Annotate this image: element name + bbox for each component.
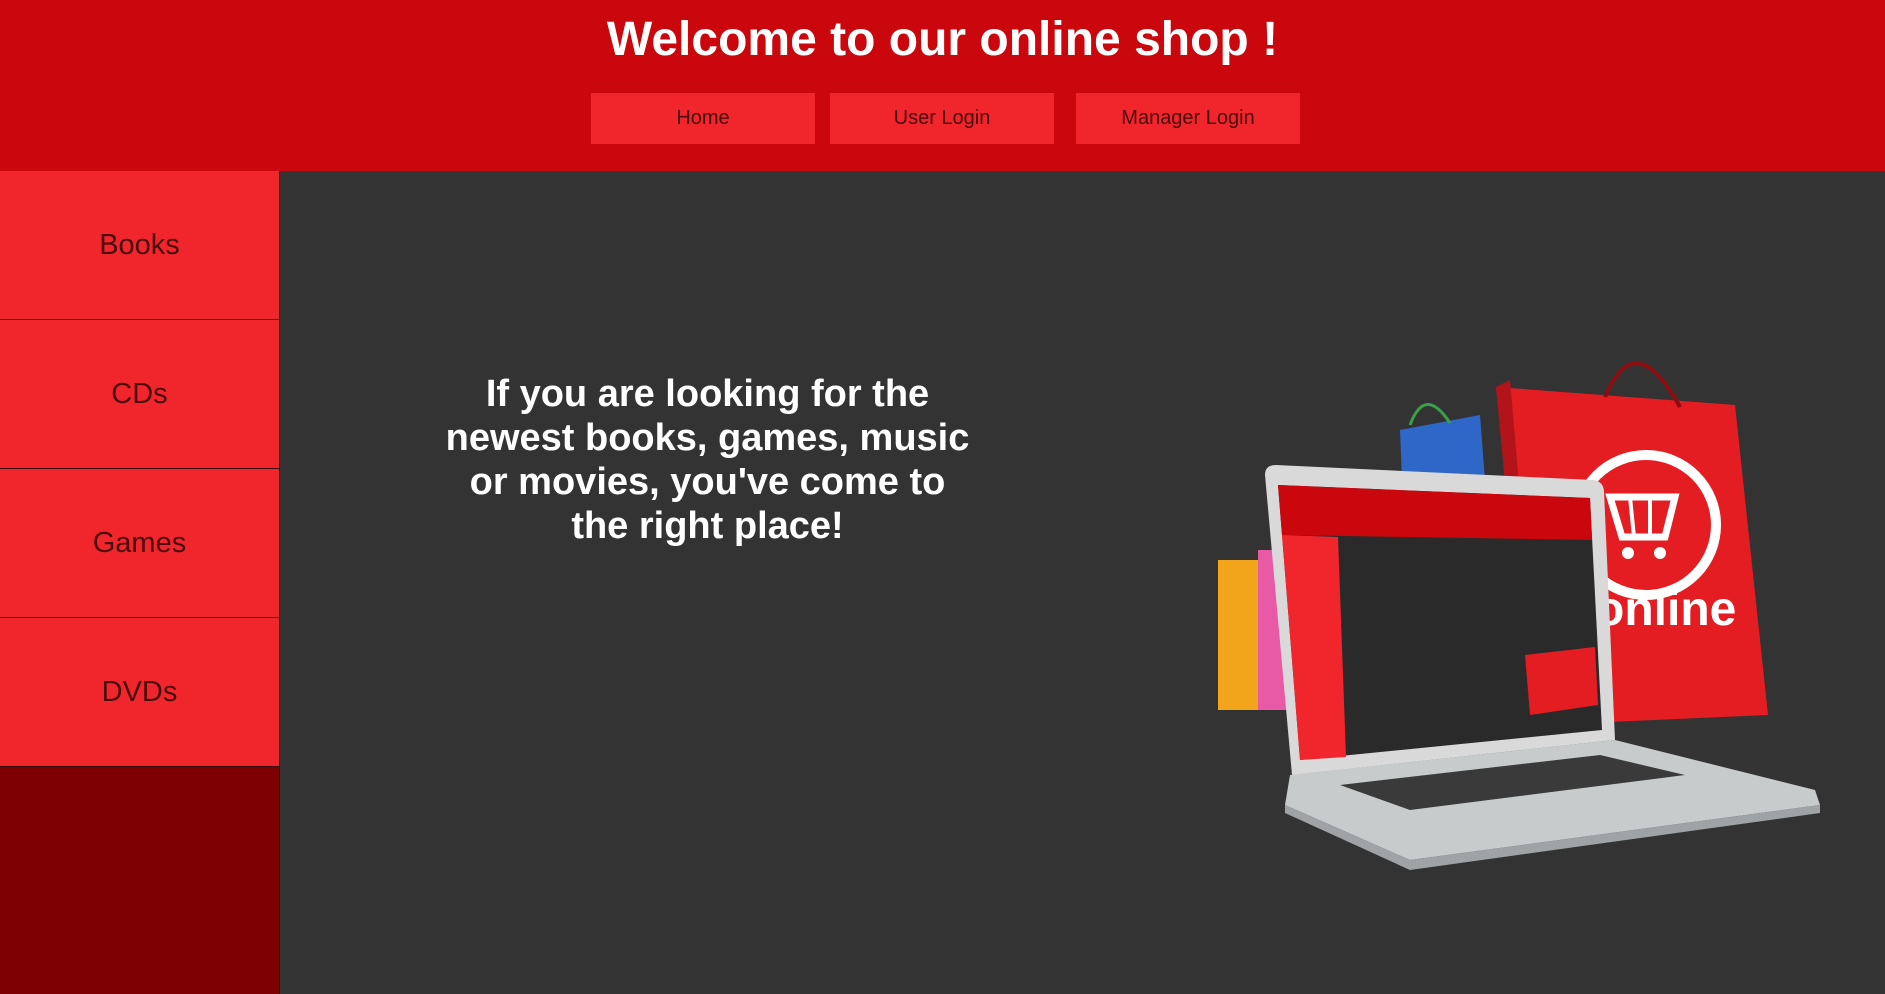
user-login-button[interactable]: User Login [830, 93, 1054, 144]
page-title: Welcome to our online shop ! [606, 13, 1279, 66]
hero-bag-text: online [1595, 583, 1736, 636]
manager-login-button[interactable]: Manager Login [1076, 93, 1300, 144]
sidebar-item-books[interactable]: Books [0, 171, 279, 320]
sidebar-item-cds[interactable]: CDs [0, 320, 279, 469]
laptop-shopping-bags-image: online [1218, 361, 1820, 870]
welcome-tagline: If you are looking for the newest books,… [445, 373, 970, 547]
site-header: Welcome to our online shop ! Home User L… [0, 0, 1885, 171]
sidebar-item-games[interactable]: Games [0, 469, 279, 618]
sidebar-item-dvds[interactable]: DVDs [0, 618, 279, 767]
home-button[interactable]: Home [591, 93, 815, 144]
category-sidebar: Books CDs Games DVDs [0, 171, 280, 994]
